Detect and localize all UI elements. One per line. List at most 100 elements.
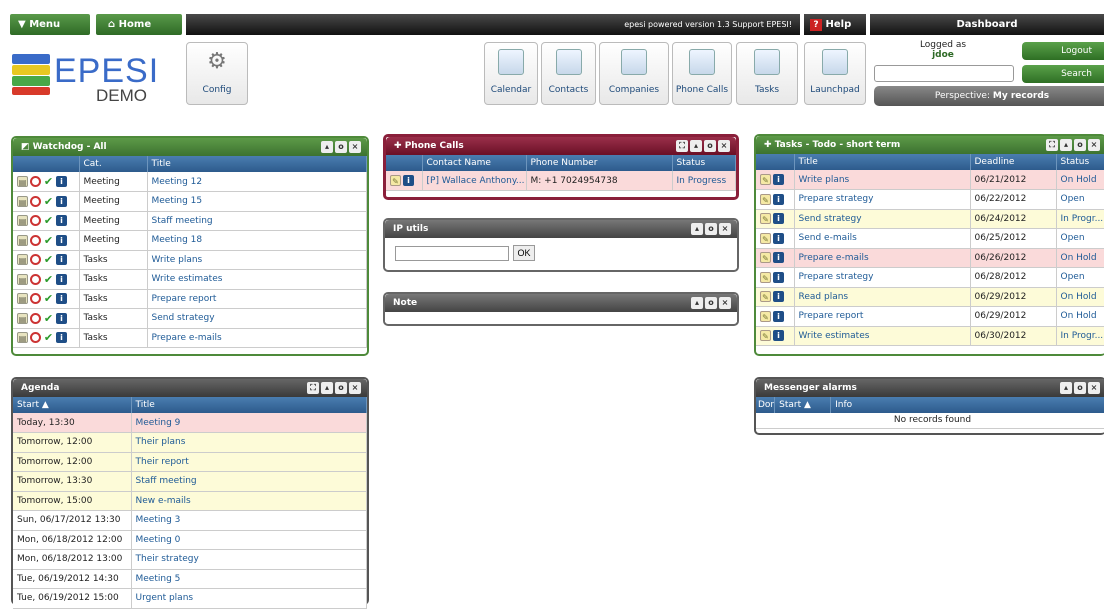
col-start[interactable]: Start ▲ <box>774 397 832 413</box>
info-icon[interactable]: i <box>773 310 784 322</box>
status-cell[interactable]: Open <box>1056 189 1104 210</box>
close-icon[interactable]: × <box>718 140 730 152</box>
settings-icon[interactable]: o <box>335 141 347 153</box>
info-icon[interactable]: i <box>773 213 784 225</box>
document-icon[interactable]: ▤ <box>17 273 28 285</box>
table-row[interactable]: ▤ ✔ i Tasks Prepare e-mails <box>13 328 367 348</box>
title-link[interactable]: Their plans <box>131 432 367 453</box>
table-row[interactable]: Tue, 06/19/2012 15:00 Urgent plans <box>13 588 367 609</box>
title-link[interactable]: Send strategy <box>794 209 971 229</box>
title-link[interactable]: Meeting 15 <box>147 191 367 212</box>
document-icon[interactable]: ▤ <box>17 293 28 305</box>
table-row[interactable]: ▤ ✔ i Meeting Staff meeting <box>13 211 367 231</box>
title-link[interactable]: Staff meeting <box>131 471 367 492</box>
note-header[interactable]: Note ▴ o × <box>385 294 737 312</box>
agenda-header[interactable]: Agenda ⛶ ▴ o × <box>13 379 367 397</box>
phone-calls-header[interactable]: ✚ Phone Calls ⛶ ▴ o × <box>386 137 736 155</box>
expand-icon[interactable]: ⛶ <box>307 382 319 394</box>
watchdog-header[interactable]: ◩ Watchdog - All ▴ o × <box>13 138 367 156</box>
info-icon[interactable]: i <box>773 330 784 342</box>
check-icon[interactable]: ✔ <box>43 235 54 246</box>
plus-icon[interactable]: ✚ <box>394 141 402 151</box>
table-row[interactable]: ▤ ✔ i Tasks Write plans <box>13 250 367 270</box>
search-input[interactable] <box>874 65 1014 82</box>
eye-icon[interactable] <box>30 332 41 344</box>
eye-icon[interactable] <box>30 215 41 227</box>
ip-input[interactable] <box>395 246 509 261</box>
edit-icon[interactable]: ✎ <box>760 213 771 225</box>
eye-icon[interactable] <box>30 195 41 207</box>
settings-icon[interactable]: o <box>705 223 717 235</box>
table-row[interactable]: ✎ i [P] Wallace Anthony... M: +1 7024954738… <box>386 171 736 191</box>
check-icon[interactable]: ✔ <box>43 254 54 265</box>
eye-icon[interactable] <box>30 293 41 305</box>
document-icon[interactable]: ▤ <box>17 215 28 227</box>
title-link[interactable]: Write estimates <box>147 269 367 290</box>
title-link[interactable]: Write plans <box>794 170 971 190</box>
minimize-icon[interactable]: ▴ <box>691 297 703 309</box>
close-icon[interactable]: × <box>349 382 361 394</box>
table-row[interactable]: Mon, 06/18/2012 13:00 Their strategy <box>13 549 367 570</box>
info-icon[interactable]: i <box>56 273 67 285</box>
edit-icon[interactable]: ✎ <box>760 330 771 342</box>
edit-icon[interactable]: ✎ <box>760 291 771 303</box>
title-link[interactable]: Write plans <box>147 250 367 270</box>
check-icon[interactable]: ✔ <box>43 176 54 187</box>
info-icon[interactable]: i <box>56 332 67 344</box>
title-link[interactable]: Meeting 12 <box>147 172 367 192</box>
config-tile[interactable]: ⚙ Config <box>186 42 248 105</box>
title-link[interactable]: Meeting 9 <box>131 413 367 433</box>
title-link[interactable]: Their report <box>131 452 367 472</box>
status-cell[interactable]: On Hold <box>1056 248 1104 268</box>
settings-icon[interactable]: o <box>704 140 716 152</box>
table-row[interactable]: Tue, 06/19/2012 14:30 Meeting 5 <box>13 569 367 589</box>
plus-icon[interactable]: ✚ <box>764 140 772 150</box>
status-cell[interactable]: On Hold <box>1056 170 1104 190</box>
document-icon[interactable]: ▤ <box>17 176 28 187</box>
table-row[interactable]: Tomorrow, 12:00 Their report <box>13 452 367 472</box>
title-link[interactable]: Prepare strategy <box>794 189 971 210</box>
minimize-icon[interactable]: ▴ <box>691 223 703 235</box>
close-icon[interactable]: × <box>349 141 361 153</box>
table-row[interactable]: Tomorrow, 12:00 Their plans <box>13 432 367 453</box>
title-link[interactable]: Urgent plans <box>131 588 367 609</box>
phone-calls-tile[interactable]: Phone Calls <box>672 42 732 105</box>
table-row[interactable]: ✎ i Send strategy 06/24/2012 In Progr... <box>756 209 1104 229</box>
check-icon[interactable]: ✔ <box>43 293 54 304</box>
table-row[interactable]: Tomorrow, 13:30 Staff meeting <box>13 471 367 492</box>
info-icon[interactable]: i <box>56 312 67 324</box>
info-icon[interactable]: i <box>56 234 67 246</box>
minimize-icon[interactable]: ▴ <box>321 141 333 153</box>
title-link[interactable]: Their strategy <box>131 549 367 570</box>
companies-tile[interactable]: Companies <box>599 42 669 105</box>
title-link[interactable]: Meeting 0 <box>131 530 367 550</box>
info-icon[interactable]: i <box>773 271 784 283</box>
info-icon[interactable]: i <box>773 252 784 264</box>
table-row[interactable]: ✎ i Prepare e-mails 06/26/2012 On Hold <box>756 248 1104 268</box>
title-link[interactable]: Prepare e-mails <box>147 328 367 348</box>
eye-icon[interactable] <box>30 273 41 285</box>
check-icon[interactable]: ✔ <box>43 196 54 207</box>
title-link[interactable]: Meeting 18 <box>147 230 367 251</box>
table-row[interactable]: ✎ i Read plans 06/29/2012 On Hold <box>756 287 1104 307</box>
table-row[interactable]: ✎ i Write plans 06/21/2012 On Hold <box>756 170 1104 190</box>
edit-icon[interactable]: ✎ <box>760 271 771 283</box>
info-icon[interactable]: i <box>56 176 67 187</box>
ip-utils-header[interactable]: IP utils ▴ o × <box>385 220 737 238</box>
info-icon[interactable]: i <box>56 254 67 266</box>
col-status[interactable]: Status <box>672 155 736 171</box>
title-link[interactable]: New e-mails <box>131 491 367 511</box>
check-icon[interactable]: ✔ <box>43 215 54 226</box>
col-category[interactable]: Cat. <box>79 156 148 172</box>
table-row[interactable]: ✎ i Prepare report 06/29/2012 On Hold <box>756 306 1104 327</box>
col-title[interactable]: Title <box>147 156 367 172</box>
table-row[interactable]: ▤ ✔ i Meeting Meeting 12 <box>13 172 367 192</box>
eye-icon[interactable] <box>30 254 41 266</box>
minimize-icon[interactable]: ▴ <box>321 382 333 394</box>
title-link[interactable]: Prepare e-mails <box>794 248 971 268</box>
close-icon[interactable]: × <box>1088 382 1100 394</box>
title-link[interactable]: Prepare report <box>794 306 971 327</box>
info-icon[interactable]: i <box>773 291 784 303</box>
document-icon[interactable]: ▤ <box>17 195 28 207</box>
document-icon[interactable]: ▤ <box>17 332 28 344</box>
